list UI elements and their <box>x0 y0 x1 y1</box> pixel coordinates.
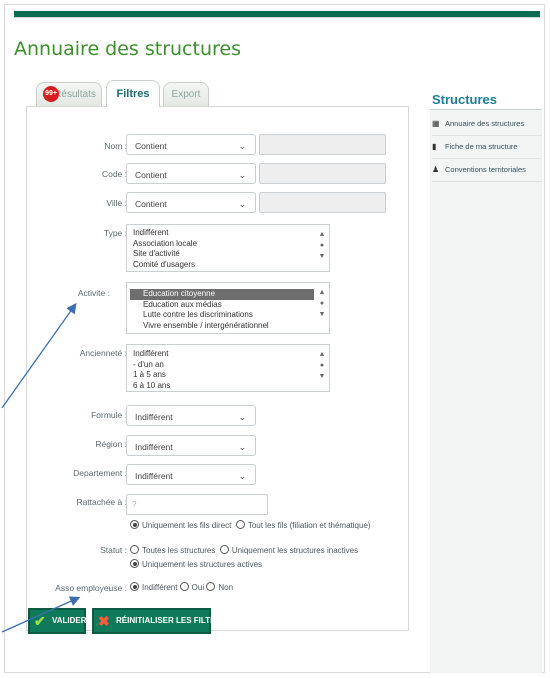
asso-option-oui[interactable]: Oui <box>179 582 204 592</box>
checkmark-icon: ✔ <box>34 613 46 629</box>
statut-option-actives[interactable]: Uniquement les structures actives <box>130 559 262 569</box>
cross-icon: ✖ <box>98 613 110 629</box>
list-item[interactable]: Education aux médias <box>127 300 329 311</box>
asso-option-non[interactable]: Non <box>206 582 233 592</box>
type-listbox[interactable]: Indifférent Association locale Site d'ac… <box>126 224 330 272</box>
rattachee-input[interactable]: ? <box>126 494 268 515</box>
scrollbar[interactable]: ▲ ● ▼ <box>317 349 327 382</box>
list-item[interactable]: Comité d'usagers <box>127 260 329 271</box>
tab-results-label: Résultats <box>54 89 96 100</box>
table-icon: ▦ <box>432 119 440 128</box>
person-icon: ♟ <box>432 165 440 174</box>
radio-icon <box>206 582 216 591</box>
anciennete-label: Ancienneté : <box>79 348 127 358</box>
radio-icon <box>235 520 245 529</box>
code-mode-value: Contient <box>135 170 167 180</box>
rattachee-options: Uniquement les fils direct Tout les fils… <box>130 520 371 530</box>
radio-icon <box>130 545 139 554</box>
radio-icon <box>219 545 229 554</box>
chevron-down-icon: ⌄ <box>238 471 246 481</box>
scrollbar[interactable]: ▲ ● ▼ <box>317 287 327 320</box>
formule-value: Indifférent <box>135 412 173 422</box>
sidebar <box>430 110 542 673</box>
tab-export[interactable]: Export <box>163 82 209 106</box>
sidebar-item-conventions[interactable]: ♟ Conventions territoriales <box>432 160 542 182</box>
ville-mode-value: Contient <box>135 199 167 209</box>
tab-results[interactable]: 99+ Résultats <box>36 82 102 106</box>
departement-label: Departement : <box>73 468 127 478</box>
region-select[interactable]: Indifférent ⌄ <box>126 435 256 456</box>
tab-filtres[interactable]: Filtres <box>106 80 160 107</box>
rattachee-label: Rattachée à : <box>76 497 127 507</box>
nom-label: Nom : <box>104 141 127 151</box>
results-count-badge: 99+ <box>43 86 59 102</box>
nom-mode-value: Contient <box>135 141 167 151</box>
list-item[interactable]: - d'un an <box>127 360 329 371</box>
radio-icon <box>130 582 139 591</box>
ville-label: Ville : <box>106 198 127 208</box>
formule-select[interactable]: Indifférent ⌄ <box>126 405 256 426</box>
list-item[interactable]: Indifférent <box>127 228 329 239</box>
valider-button[interactable]: ✔ VALIDER <box>28 608 87 634</box>
region-label: Région : <box>95 439 127 449</box>
rattachee-option-direct[interactable]: Uniquement les fils direct <box>130 520 231 530</box>
sidebar-item-annuaire[interactable]: ▦ Annuaire des structures <box>432 114 542 136</box>
ville-mode-select[interactable]: Contient ⌄ <box>126 192 256 213</box>
radio-icon <box>130 520 139 529</box>
list-item[interactable]: Association locale <box>127 239 329 250</box>
ville-input[interactable] <box>259 192 386 213</box>
sidebar-divider <box>430 109 542 110</box>
sidebar-title: Structures <box>432 92 498 107</box>
chevron-down-icon: ⌄ <box>238 412 246 422</box>
region-value: Indifférent <box>135 442 173 452</box>
rattachee-option-tous[interactable]: Tout les fils (filiation et thématique) <box>235 520 371 530</box>
list-item-selected[interactable]: Education citoyenne <box>130 289 314 300</box>
chevron-down-icon: ⌄ <box>238 141 246 151</box>
top-divider <box>14 17 540 18</box>
asso-option-indifferent[interactable]: Indifférent <box>130 582 177 592</box>
nom-input[interactable] <box>259 134 386 155</box>
code-input[interactable] <box>259 163 386 184</box>
reinitialiser-button[interactable]: ✖ RÉINITIALISER LES FILTRES <box>92 608 227 634</box>
list-item[interactable]: Vivre ensemble / intergénérationnel <box>127 321 329 332</box>
formule-label: Formule : <box>91 410 127 420</box>
scrollbar[interactable]: ▲ ● ▼ <box>317 229 327 262</box>
page-title: Annuaire des structures <box>14 38 241 60</box>
radio-icon <box>130 559 139 568</box>
activite-label: Activite : <box>77 288 110 298</box>
statut-option-toutes[interactable]: Toutes les structures <box>130 545 215 555</box>
radio-icon <box>179 582 189 591</box>
statut-option-inactives[interactable]: Uniquement les structures inactives <box>219 545 358 555</box>
departement-value: Indifférent <box>135 471 173 481</box>
list-item[interactable]: 1 à 5 ans <box>127 370 329 381</box>
document-icon: ▮ <box>432 142 437 151</box>
statut-options-row1: Toutes les structures Uniquement les str… <box>130 545 358 555</box>
chevron-down-icon: ⌄ <box>238 442 246 452</box>
code-mode-select[interactable]: Contient ⌄ <box>126 163 256 184</box>
statut-label: Statut : <box>100 545 127 555</box>
chevron-down-icon: ⌄ <box>238 170 246 180</box>
nom-mode-select[interactable]: Contient ⌄ <box>126 134 256 155</box>
list-item[interactable]: Indifférent <box>127 349 329 360</box>
list-item[interactable]: 6 à 10 ans <box>127 381 329 392</box>
anciennete-listbox[interactable]: Indifférent - d'un an 1 à 5 ans 6 à 10 a… <box>126 344 330 392</box>
asso-options: Indifférent Oui Non <box>130 582 233 592</box>
list-item[interactable]: Lutte contre les discriminations <box>127 310 329 321</box>
asso-label: Asso employeuse : <box>55 583 127 593</box>
code-label: Code : <box>101 169 127 179</box>
type-label: Type : <box>103 228 127 238</box>
chevron-down-icon: ⌄ <box>238 199 246 209</box>
sidebar-item-fiche[interactable]: ▮ Fiche de ma structure <box>432 137 542 159</box>
departement-select[interactable]: Indifférent ⌄ <box>126 464 256 485</box>
list-item[interactable]: Site d'activité <box>127 249 329 260</box>
activite-listbox[interactable]: Education citoyenne Education aux médias… <box>126 282 330 334</box>
